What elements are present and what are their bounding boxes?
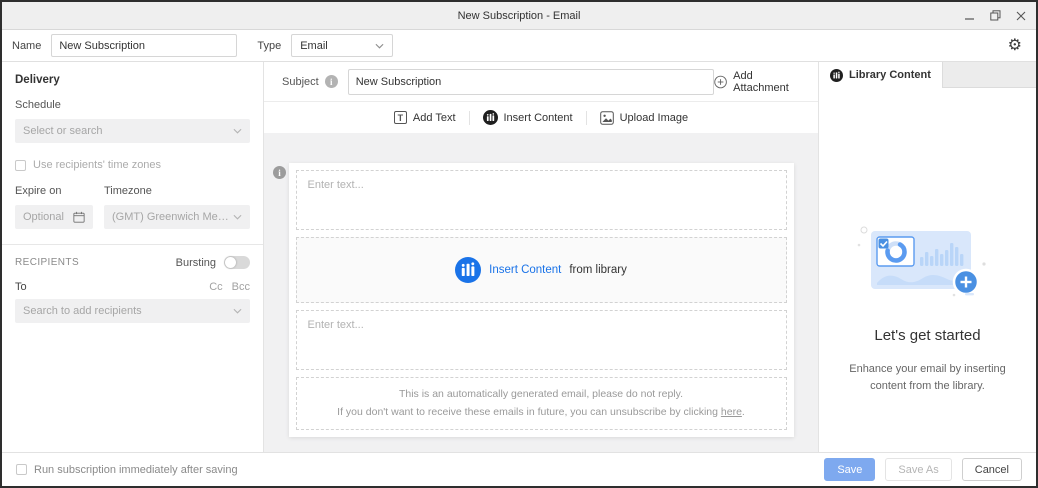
subscription-dialog: New Subscription - Email Name Type Email…	[0, 0, 1038, 488]
save-button[interactable]: Save	[824, 458, 875, 481]
chevron-down-icon	[233, 128, 242, 134]
recipients-title: RECIPIENTS	[15, 257, 79, 268]
library-logo-icon	[483, 110, 498, 125]
unsubscribe-link[interactable]: here	[721, 406, 742, 418]
recipients-header: RECIPIENTS Bursting	[15, 256, 250, 269]
recipients-select[interactable]: Search to add recipients	[15, 299, 250, 323]
insert-content-link[interactable]: Insert Content	[489, 264, 561, 276]
cc-link[interactable]: Cc	[209, 281, 222, 293]
library-description: Enhance your email by inserting content …	[835, 361, 1021, 395]
tab-library-content[interactable]: Library Content	[819, 62, 943, 88]
name-label: Name	[12, 40, 41, 52]
library-panel: Library Content	[818, 62, 1036, 452]
subject-row: Subject i Add Attachment	[264, 62, 818, 102]
chevron-down-icon	[375, 43, 384, 49]
insert-content-dropzone[interactable]: Insert Content from library	[296, 237, 787, 303]
to-row: To Cc Bcc	[15, 281, 250, 293]
tab-strip-filler	[943, 62, 1036, 88]
timezone-value: (GMT) Greenwich Mean Time,...	[112, 211, 233, 223]
header-row: Name Type Email ⚙	[2, 30, 1036, 62]
editor-info-icon[interactable]: i	[273, 166, 286, 179]
schedule-label: Schedule	[15, 99, 250, 111]
type-select[interactable]: Email	[291, 34, 393, 57]
footer-line2: If you don't want to receive these email…	[337, 404, 745, 422]
footer-line2-text: If you don't want to receive these email…	[337, 406, 721, 418]
image-icon	[600, 111, 614, 125]
chevron-down-icon	[233, 308, 242, 314]
dashboard-illustration	[853, 221, 1003, 301]
name-input[interactable]	[51, 34, 237, 57]
window-title: New Subscription - Email	[458, 10, 581, 22]
email-composer: Subject i Add Attachment T Add Text Inse…	[264, 62, 818, 452]
use-timezones-row: Use recipients' time zones	[15, 159, 250, 171]
footer-line2-period: .	[742, 406, 745, 418]
library-heading: Let's get started	[874, 327, 980, 344]
restore-icon[interactable]	[990, 10, 1001, 21]
auto-footer-block: This is an automatically generated email…	[296, 377, 787, 430]
close-icon[interactable]	[1016, 11, 1026, 21]
bursting-toggle[interactable]	[224, 256, 250, 269]
expire-date-field[interactable]: Optional	[15, 205, 93, 229]
email-editor-area: i Enter text... Insert Content from libr…	[264, 133, 818, 452]
subject-label: Subject	[282, 76, 319, 88]
library-logo-icon	[830, 69, 843, 82]
run-immediately-label: Run subscription immediately after savin…	[34, 464, 238, 476]
text-block-top[interactable]: Enter text...	[296, 170, 787, 230]
text-placeholder: Enter text...	[308, 319, 364, 331]
add-text-label: Add Text	[413, 112, 456, 124]
expire-timezone-row: Expire on Optional Timezone (GMT) Greenw…	[15, 185, 250, 229]
type-value: Email	[300, 40, 328, 52]
insert-content-label: Insert Content	[504, 112, 573, 124]
insert-content-button[interactable]: Insert Content	[470, 109, 586, 127]
minimize-icon[interactable]	[965, 11, 975, 21]
chevron-down-icon	[233, 214, 242, 220]
use-timezones-checkbox[interactable]	[15, 160, 26, 171]
library-tab-strip: Library Content	[819, 62, 1036, 88]
text-block-bottom[interactable]: Enter text...	[296, 310, 787, 370]
email-body-card: Enter text... Insert Content from librar…	[289, 163, 794, 437]
use-timezones-label: Use recipients' time zones	[33, 159, 161, 171]
bcc-link[interactable]: Bcc	[232, 281, 250, 293]
insert-content-suffix: from library	[569, 264, 627, 276]
recipients-placeholder: Search to add recipients	[23, 305, 142, 317]
run-immediately-row: Run subscription immediately after savin…	[16, 464, 238, 476]
main-area: Delivery Schedule Select or search Use r…	[2, 62, 1036, 452]
expire-label: Expire on	[15, 185, 93, 197]
library-empty-state: Let's get started Enhance your email by …	[819, 88, 1036, 452]
expire-placeholder: Optional	[23, 211, 64, 223]
schedule-placeholder: Select or search	[23, 125, 102, 137]
text-icon: T	[394, 111, 407, 124]
library-tab-label: Library Content	[849, 69, 931, 81]
cancel-button[interactable]: Cancel	[962, 458, 1022, 481]
bursting-label: Bursting	[176, 257, 216, 269]
subject-info-icon[interactable]: i	[325, 75, 338, 88]
run-immediately-checkbox[interactable]	[16, 464, 27, 475]
subject-input[interactable]	[348, 69, 714, 95]
window-controls	[965, 2, 1026, 29]
save-as-button[interactable]: Save As	[885, 458, 951, 481]
type-label: Type	[257, 40, 281, 52]
upload-image-button[interactable]: Upload Image	[587, 109, 702, 127]
composer-toolbar: T Add Text Insert Content Upload Image	[264, 102, 818, 133]
timezone-select[interactable]: (GMT) Greenwich Mean Time,...	[104, 205, 250, 229]
timezone-label: Timezone	[104, 185, 250, 197]
delivery-sidebar: Delivery Schedule Select or search Use r…	[2, 62, 264, 452]
plus-circle-icon	[714, 75, 727, 89]
upload-image-label: Upload Image	[620, 112, 689, 124]
delivery-title: Delivery	[15, 74, 250, 86]
to-label: To	[15, 281, 27, 293]
footer-line1: This is an automatically generated email…	[399, 386, 683, 404]
text-placeholder: Enter text...	[308, 179, 364, 191]
add-attachment-label: Add Attachment	[733, 70, 806, 94]
schedule-select[interactable]: Select or search	[15, 119, 250, 143]
add-text-button[interactable]: T Add Text	[381, 109, 469, 127]
title-bar: New Subscription - Email	[2, 2, 1036, 30]
footer-bar: Run subscription immediately after savin…	[2, 452, 1036, 486]
sidebar-divider	[2, 244, 263, 245]
add-attachment-button[interactable]: Add Attachment	[714, 70, 808, 94]
settings-gear-icon[interactable]: ⚙	[1008, 38, 1022, 54]
calendar-icon	[73, 211, 85, 223]
library-logo-icon	[455, 257, 481, 283]
